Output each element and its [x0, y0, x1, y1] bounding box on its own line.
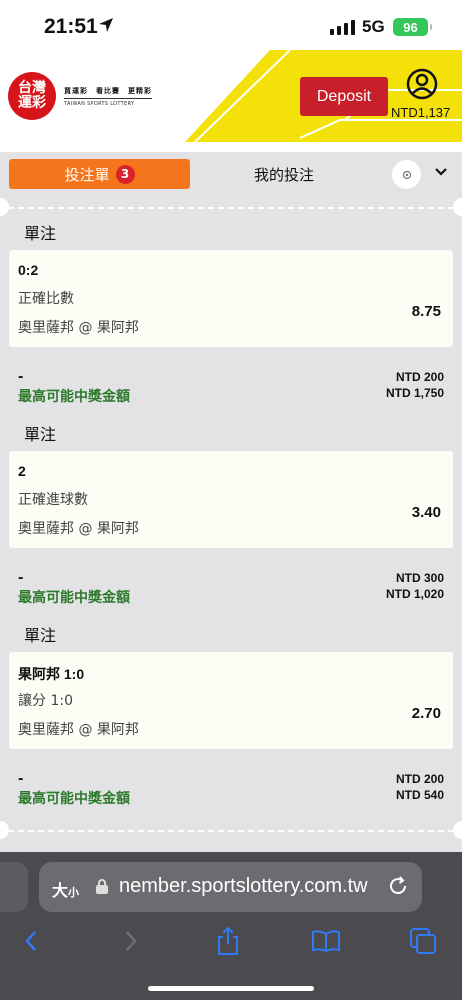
bet-event: 奧里薩邦 @ 果阿邦: [18, 320, 139, 336]
back-button[interactable]: [14, 924, 48, 958]
logo-line-2: 運彩: [18, 95, 46, 111]
bet-market: 正確進球數: [18, 492, 88, 508]
betslip-count-badge: 3: [115, 164, 135, 184]
tab-betslip-label: 投注單: [64, 165, 110, 184]
bet-type-title: 單注: [24, 626, 57, 645]
bet-card[interactable]: 果阿邦 1:0 讓分 1:0 奧里薩邦 @ 果阿邦 2.70: [9, 652, 453, 749]
deposit-button[interactable]: Deposit: [300, 77, 388, 116]
browser-toolbar: 大小 nember.sportslottery.com.tw: [0, 852, 462, 1000]
network-type: 5G: [362, 17, 385, 36]
battery-level: 96: [403, 19, 418, 35]
tab-betslip[interactable]: 投注單 3: [9, 159, 190, 189]
tabs-button[interactable]: [406, 924, 440, 958]
settings-button[interactable]: [392, 160, 421, 189]
divider-notch-right: [453, 198, 462, 216]
stake-placeholder[interactable]: -: [18, 571, 23, 586]
betslip-tabs: 投注單 3 我的投注: [9, 159, 453, 189]
bet-type-title: 單注: [24, 425, 57, 444]
chevron-right-icon: [126, 931, 137, 951]
account-balance: NTD1,137: [391, 105, 451, 120]
home-indicator: [148, 986, 314, 991]
chevron-down-icon[interactable]: [434, 165, 448, 179]
forward-button[interactable]: [114, 924, 148, 958]
text-size-large: 大: [52, 881, 69, 900]
text-size-button[interactable]: 大小: [52, 877, 79, 901]
logo-tagline: 買運彩 看比賽 更精彩: [64, 86, 152, 95]
tab-my-bets[interactable]: 我的投注: [254, 164, 314, 185]
max-win-label: 最高可能中獎金額: [18, 590, 130, 606]
signal-icon: [330, 20, 355, 35]
betslip-panel: 投注單 3 我的投注 單注 0:2 正確比數 奧里薩邦 @ 果阿邦 8.75 -…: [0, 152, 462, 852]
bet-market: 正確比數: [18, 291, 74, 307]
logo-line-1: 台灣: [18, 80, 46, 96]
url-text[interactable]: nember.sportslottery.com.tw: [119, 875, 368, 898]
bet-event: 奧里薩邦 @ 果阿邦: [18, 722, 139, 738]
max-win-amount: NTD 540: [395, 788, 444, 802]
book-icon: [312, 930, 340, 953]
lock-icon: [96, 879, 108, 894]
bet-stake-row: - 最高可能中獎金額 NTD 200 NTD 1,750: [18, 370, 444, 410]
logo-subtitle: TAIWAN SPORTS LOTTERY: [64, 97, 152, 107]
stake-placeholder[interactable]: -: [18, 772, 23, 787]
bet-type-title: 單注: [24, 224, 57, 243]
bet-event: 奧里薩邦 @ 果阿邦: [18, 521, 139, 537]
status-bar: 21:51 5G 96: [0, 0, 462, 50]
bet-odds: 3.40: [411, 504, 441, 521]
divider-bottom: [8, 830, 454, 832]
bookmarks-button[interactable]: [309, 924, 343, 958]
browser-nav-bar: [0, 922, 462, 962]
max-win-amount: NTD 1,750: [385, 386, 444, 400]
text-size-small: 小: [68, 886, 80, 899]
divider-top: [8, 207, 454, 209]
divider-notch-right: [453, 821, 462, 839]
bet-odds: 8.75: [411, 303, 441, 320]
bet-selection: 2: [18, 463, 26, 479]
share-icon: [218, 926, 238, 955]
reload-icon[interactable]: [387, 875, 409, 897]
gear-icon: [402, 170, 411, 179]
user-account-icon[interactable]: [406, 68, 438, 100]
location-arrow-icon: [99, 18, 113, 32]
site-logo[interactable]: 台灣 運彩 買運彩 看比賽 更精彩 TAIWAN SPORTS LOTTERY: [8, 72, 152, 120]
bet-selection: 0:2: [18, 262, 39, 278]
max-win-label: 最高可能中獎金額: [18, 389, 130, 405]
bet-odds: 2.70: [411, 705, 441, 722]
battery-icon: 96: [393, 18, 432, 36]
stake-amount[interactable]: NTD 200: [396, 772, 444, 786]
bet-card[interactable]: 0:2 正確比數 奧里薩邦 @ 果阿邦 8.75: [9, 250, 453, 347]
stake-placeholder[interactable]: -: [18, 370, 23, 385]
share-button[interactable]: [211, 924, 245, 958]
bet-card[interactable]: 2 正確進球數 奧里薩邦 @ 果阿邦 3.40: [9, 451, 453, 548]
address-bar[interactable]: 大小 nember.sportslottery.com.tw: [39, 862, 422, 912]
bet-stake-row: - 最高可能中獎金額 NTD 300 NTD 1,020: [18, 571, 444, 611]
previous-tab-peek[interactable]: [0, 862, 28, 912]
bet-market: 讓分 1:0: [18, 693, 73, 709]
stake-amount[interactable]: NTD 300: [396, 571, 444, 585]
site-header: 台灣 運彩 買運彩 看比賽 更精彩 TAIWAN SPORTS LOTTERY …: [0, 50, 462, 142]
logo-mark: 台灣 運彩: [8, 72, 56, 120]
max-win-amount: NTD 1,020: [385, 587, 444, 601]
bet-stake-row: - 最高可能中獎金額 NTD 200 NTD 540: [18, 772, 444, 812]
status-time: 21:51: [44, 15, 98, 38]
max-win-label: 最高可能中獎金額: [18, 791, 130, 807]
chevron-left-icon: [25, 931, 36, 951]
bet-selection: 果阿邦 1:0: [18, 666, 85, 682]
tabs-icon: [410, 928, 436, 954]
stake-amount[interactable]: NTD 200: [396, 370, 444, 384]
